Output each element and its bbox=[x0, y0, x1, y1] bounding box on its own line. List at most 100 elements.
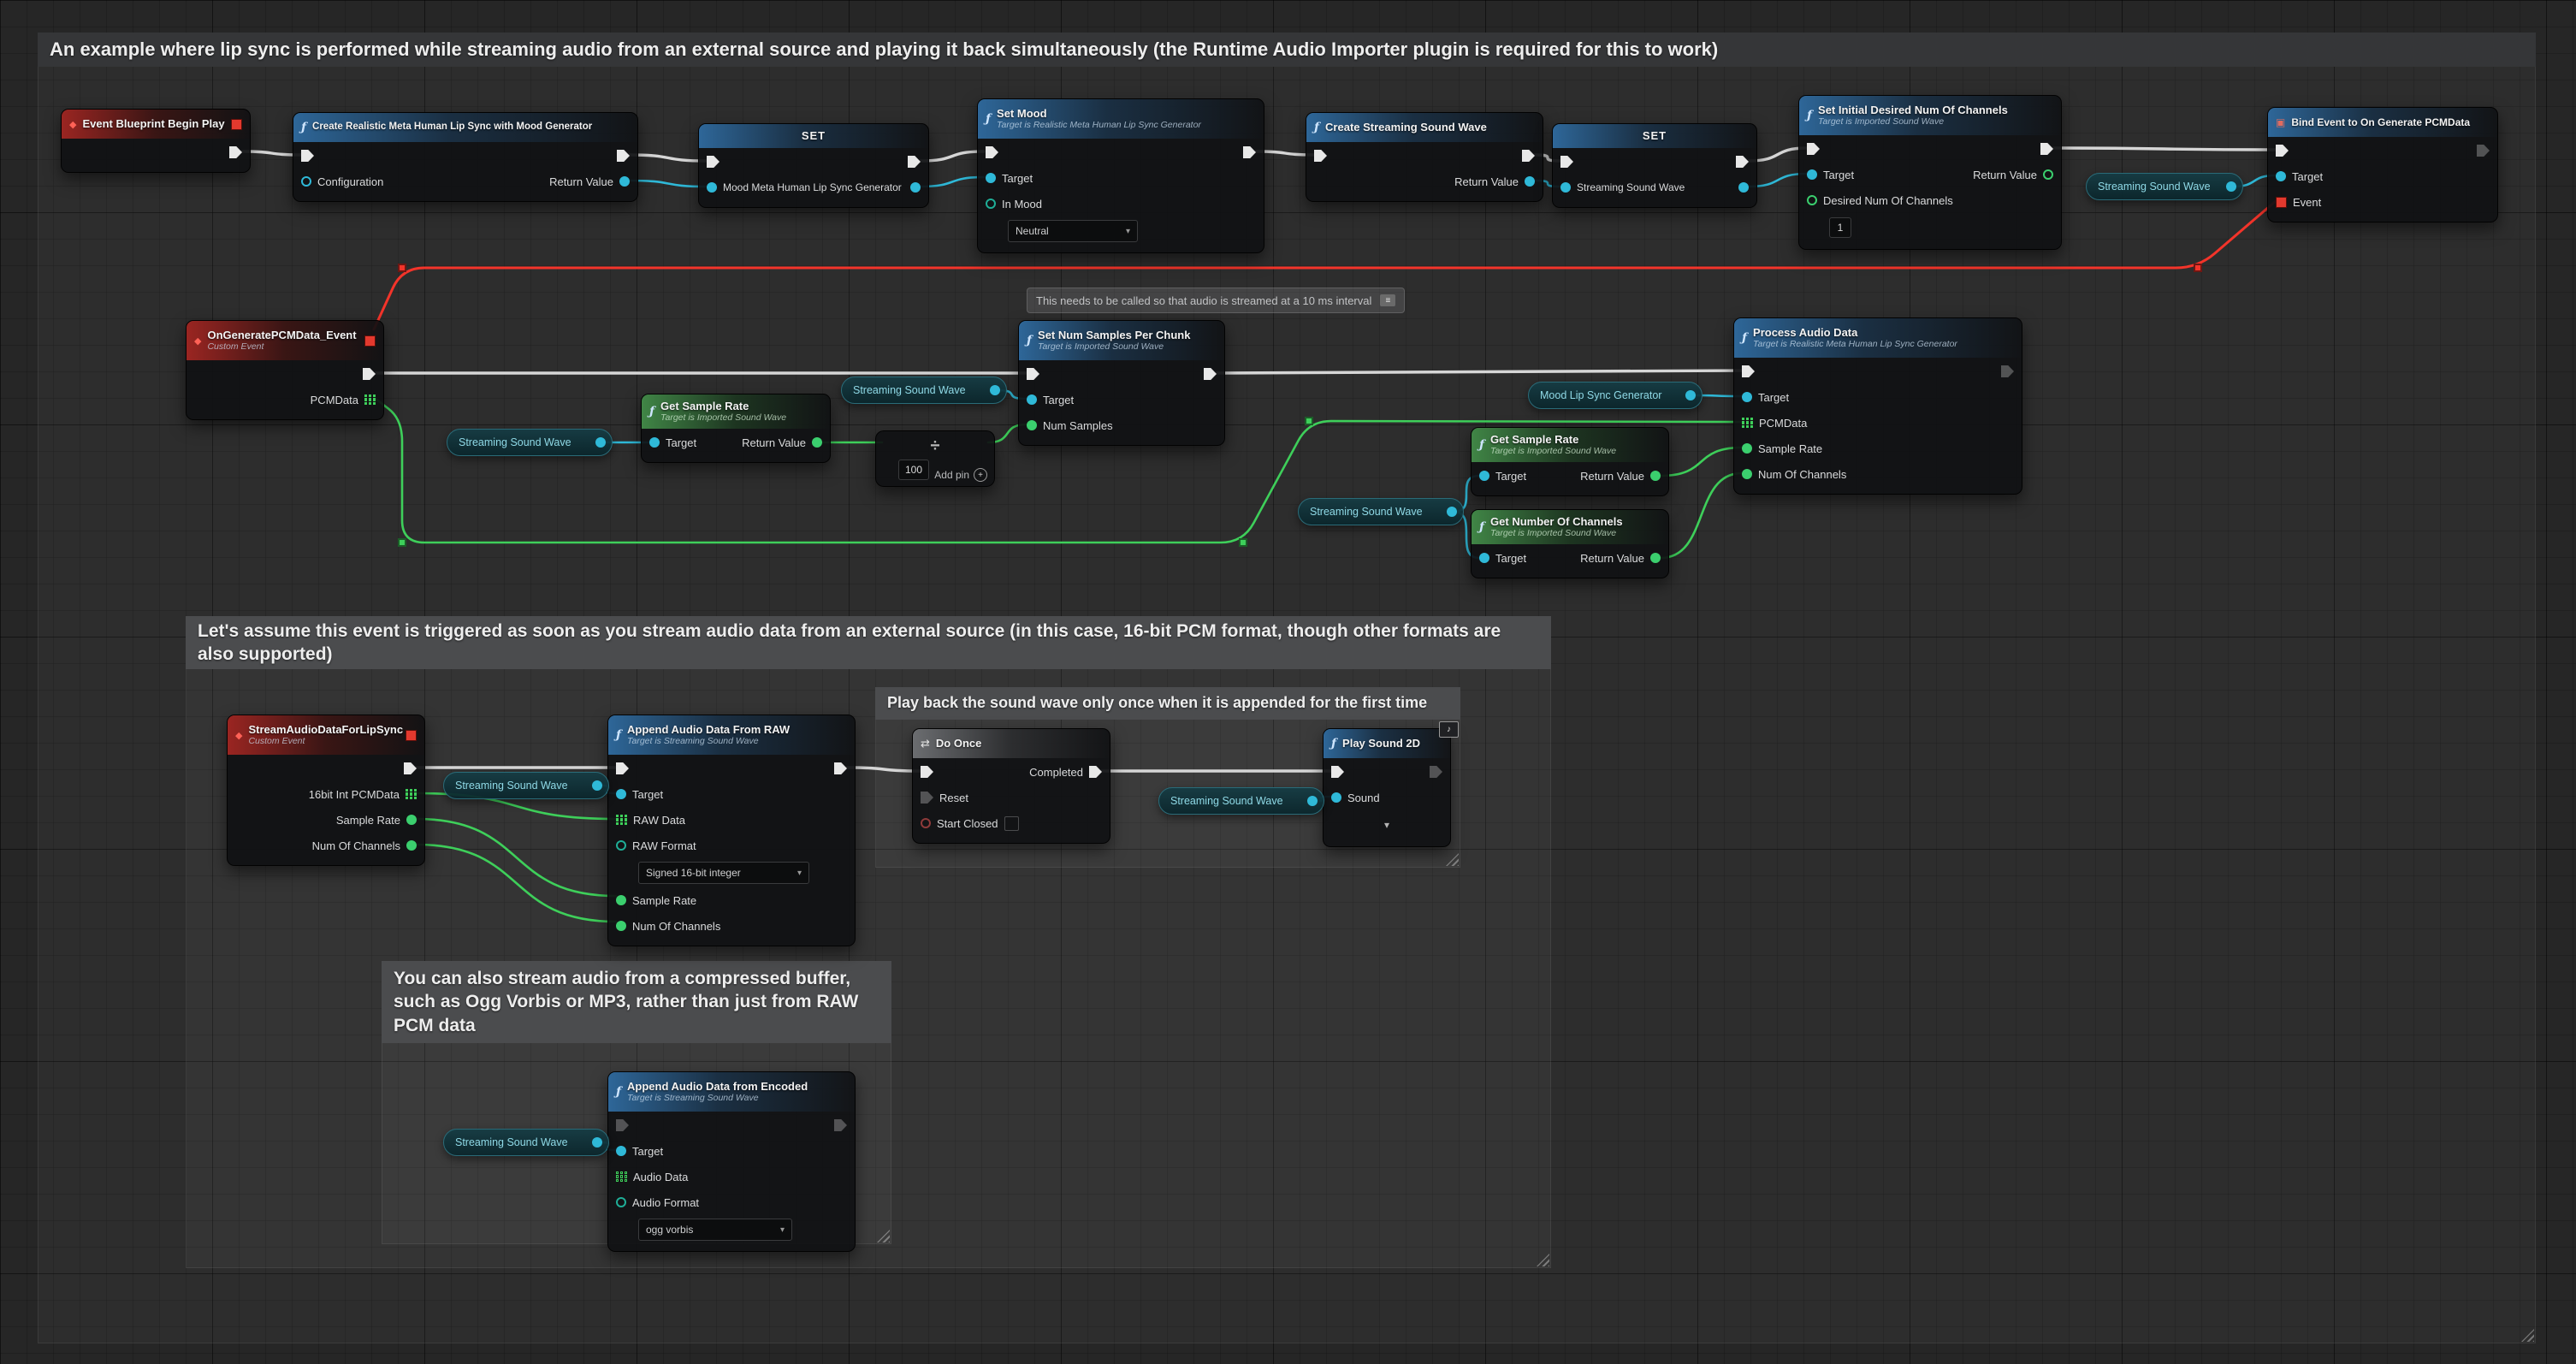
output-pin[interactable] bbox=[595, 437, 606, 448]
exec-pin[interactable] bbox=[404, 762, 417, 774]
sound-pin[interactable] bbox=[1331, 792, 1341, 803]
exec-pin[interactable] bbox=[2276, 145, 2289, 157]
get-sample-rate-2[interactable]: ƒGet Sample RateTarget is Imported Sound… bbox=[1471, 427, 1669, 496]
exec-pin[interactable] bbox=[1430, 766, 1442, 778]
16bit-int-pcmdata-pin[interactable] bbox=[406, 789, 417, 800]
exec-pin[interactable] bbox=[908, 156, 921, 168]
return-value-pin[interactable] bbox=[1650, 553, 1661, 563]
add-pin-button[interactable]: Add pin+ bbox=[934, 468, 987, 482]
exec-pin[interactable] bbox=[1736, 156, 1749, 168]
reroute-node[interactable] bbox=[2194, 264, 2202, 272]
num-of-channels-pin[interactable] bbox=[616, 921, 626, 931]
chevron-down-icon[interactable]: ▾ bbox=[1384, 819, 1389, 831]
audio-format-select[interactable]: ogg vorbis▾ bbox=[638, 1219, 792, 1241]
output-pin[interactable] bbox=[2226, 181, 2236, 192]
exec-pin[interactable] bbox=[834, 762, 847, 774]
in-mood-pin[interactable] bbox=[986, 199, 996, 209]
exec-pin[interactable] bbox=[921, 766, 933, 778]
sample-rate-pin[interactable] bbox=[406, 815, 417, 825]
in-mood-select[interactable]: Neutral▾ bbox=[1008, 220, 1138, 242]
raw-format-pin[interactable] bbox=[616, 840, 626, 851]
set-initial-desired-num-channels[interactable]: ƒSet Initial Desired Num Of ChannelsTarg… bbox=[1798, 95, 2062, 250]
divide-node[interactable]: ÷100Add pin+ bbox=[875, 430, 995, 487]
reroute-node[interactable] bbox=[398, 538, 406, 547]
reroute-node[interactable] bbox=[1239, 538, 1247, 547]
bind-event-on-generate-pcmdata[interactable]: ▣Bind Event to On Generate PCMDataTarget… bbox=[2267, 107, 2498, 222]
set-mood[interactable]: ƒSet MoodTarget is Realistic Meta Human … bbox=[977, 98, 1264, 253]
on-generate-pcmdata-event[interactable]: ◆OnGeneratePCMData_EventCustom EventPCMD… bbox=[186, 320, 384, 420]
exec-pin[interactable] bbox=[1027, 368, 1039, 380]
var-streaming-sound-wave-getters[interactable]: Streaming Sound Wave bbox=[1298, 498, 1464, 525]
output-pin[interactable] bbox=[990, 385, 1000, 395]
append-audio-from-encoded[interactable]: ƒAppend Audio Data from EncodedTarget is… bbox=[607, 1071, 856, 1252]
audio-format-pin[interactable] bbox=[616, 1197, 626, 1207]
event-begin-play[interactable]: ◆Event Blueprint Begin Play bbox=[61, 109, 251, 173]
exec-pin[interactable] bbox=[986, 146, 998, 158]
reroute-node[interactable] bbox=[398, 264, 406, 272]
operand-b-pin[interactable] bbox=[883, 464, 893, 474]
exec-pin[interactable] bbox=[1243, 146, 1256, 158]
exec-pin[interactable] bbox=[363, 368, 376, 380]
target-pin[interactable] bbox=[2276, 171, 2286, 181]
event-pin[interactable] bbox=[2276, 197, 2287, 208]
exec-pin[interactable] bbox=[1331, 766, 1344, 778]
operand-b-input[interactable]: 100 bbox=[898, 460, 929, 480]
var-streaming-sound-wave-playsound[interactable]: Streaming Sound Wave bbox=[1158, 787, 1324, 815]
set-mood-generator-variable[interactable]: SETMood Meta Human Lip Sync Generator bbox=[698, 123, 929, 208]
num-of-channels-pin[interactable] bbox=[406, 840, 417, 851]
start-closed-checkbox[interactable] bbox=[1004, 816, 1019, 831]
var-mood-lip-sync-generator[interactable]: Mood Lip Sync Generator bbox=[1528, 382, 1703, 409]
exec-pin[interactable] bbox=[1560, 156, 1573, 168]
exec-pin[interactable] bbox=[616, 1119, 629, 1131]
object-pin[interactable] bbox=[1738, 182, 1749, 193]
target-pin[interactable] bbox=[616, 1146, 626, 1156]
return-value-pin[interactable] bbox=[1525, 176, 1535, 187]
get-number-of-channels[interactable]: ƒGet Number Of ChannelsTarget is Importe… bbox=[1471, 509, 1669, 578]
var-streaming-sound-wave-bind[interactable]: Streaming Sound Wave bbox=[2086, 173, 2243, 200]
stream-audio-event[interactable]: ◆StreamAudioDataForLipSyncCustom Event16… bbox=[227, 715, 425, 866]
desired-num-of-channels-pin[interactable] bbox=[1807, 195, 1817, 205]
audio-data-pin[interactable] bbox=[616, 1171, 627, 1183]
return-value-pin[interactable] bbox=[1650, 471, 1661, 481]
do-once[interactable]: ⇄Do OnceCompletedResetStart Closed bbox=[912, 728, 1110, 844]
start-closed-pin[interactable] bbox=[921, 818, 931, 828]
raw-data-pin[interactable] bbox=[616, 815, 627, 826]
mood-meta-human-lip-sync-generator-pin[interactable] bbox=[707, 182, 717, 193]
configuration-pin[interactable] bbox=[301, 176, 311, 187]
exec-pin[interactable] bbox=[301, 150, 314, 162]
exec-pin[interactable] bbox=[834, 1119, 847, 1131]
exec-pin[interactable] bbox=[1314, 150, 1327, 162]
target-pin[interactable] bbox=[1479, 553, 1489, 563]
exec-pin[interactable] bbox=[1807, 143, 1820, 155]
process-audio-data[interactable]: ƒProcess Audio DataTarget is Realistic M… bbox=[1733, 317, 2022, 495]
var-streaming-sound-wave-chunk[interactable]: Streaming Sound Wave bbox=[841, 377, 1007, 404]
exec-pin[interactable] bbox=[2040, 143, 2053, 155]
create-realistic-lipsync[interactable]: ƒCreate Realistic Meta Human Lip Sync wi… bbox=[293, 112, 638, 202]
return-value-pin[interactable] bbox=[812, 437, 822, 448]
raw-format-select[interactable]: Signed 16-bit integer▾ bbox=[638, 862, 809, 884]
delegate-pin[interactable] bbox=[406, 730, 417, 741]
exec-pin[interactable] bbox=[1742, 365, 1755, 377]
output-pin[interactable] bbox=[1447, 507, 1457, 517]
var-streaming-sound-wave-samplerate[interactable]: Streaming Sound Wave bbox=[447, 429, 613, 456]
return-value-pin[interactable] bbox=[619, 176, 630, 187]
exec-pin[interactable] bbox=[616, 762, 629, 774]
target-pin[interactable] bbox=[616, 789, 626, 799]
reroute-node[interactable] bbox=[1305, 417, 1313, 425]
output-pin[interactable] bbox=[592, 780, 602, 791]
target-pin[interactable] bbox=[1807, 169, 1817, 180]
var-streaming-sound-wave-encoded[interactable]: Streaming Sound Wave bbox=[443, 1129, 609, 1156]
delegate-pin[interactable] bbox=[364, 335, 376, 347]
sample-rate-pin[interactable] bbox=[616, 895, 626, 905]
exec-pin[interactable] bbox=[2477, 145, 2490, 157]
comment-bubble-pin-icon[interactable]: ≡ bbox=[1380, 294, 1395, 306]
exec-pin[interactable] bbox=[617, 150, 630, 162]
target-pin[interactable] bbox=[1479, 471, 1489, 481]
exec-pin[interactable] bbox=[707, 156, 720, 168]
exec-pin[interactable] bbox=[229, 146, 242, 158]
exec-pin[interactable] bbox=[1204, 368, 1217, 380]
output-pin[interactable] bbox=[1685, 390, 1696, 400]
reset-pin[interactable] bbox=[921, 792, 933, 804]
append-audio-from-raw[interactable]: ƒAppend Audio Data From RAWTarget is Str… bbox=[607, 715, 856, 946]
create-streaming-sound-wave[interactable]: ƒCreate Streaming Sound WaveReturn Value bbox=[1306, 112, 1543, 202]
